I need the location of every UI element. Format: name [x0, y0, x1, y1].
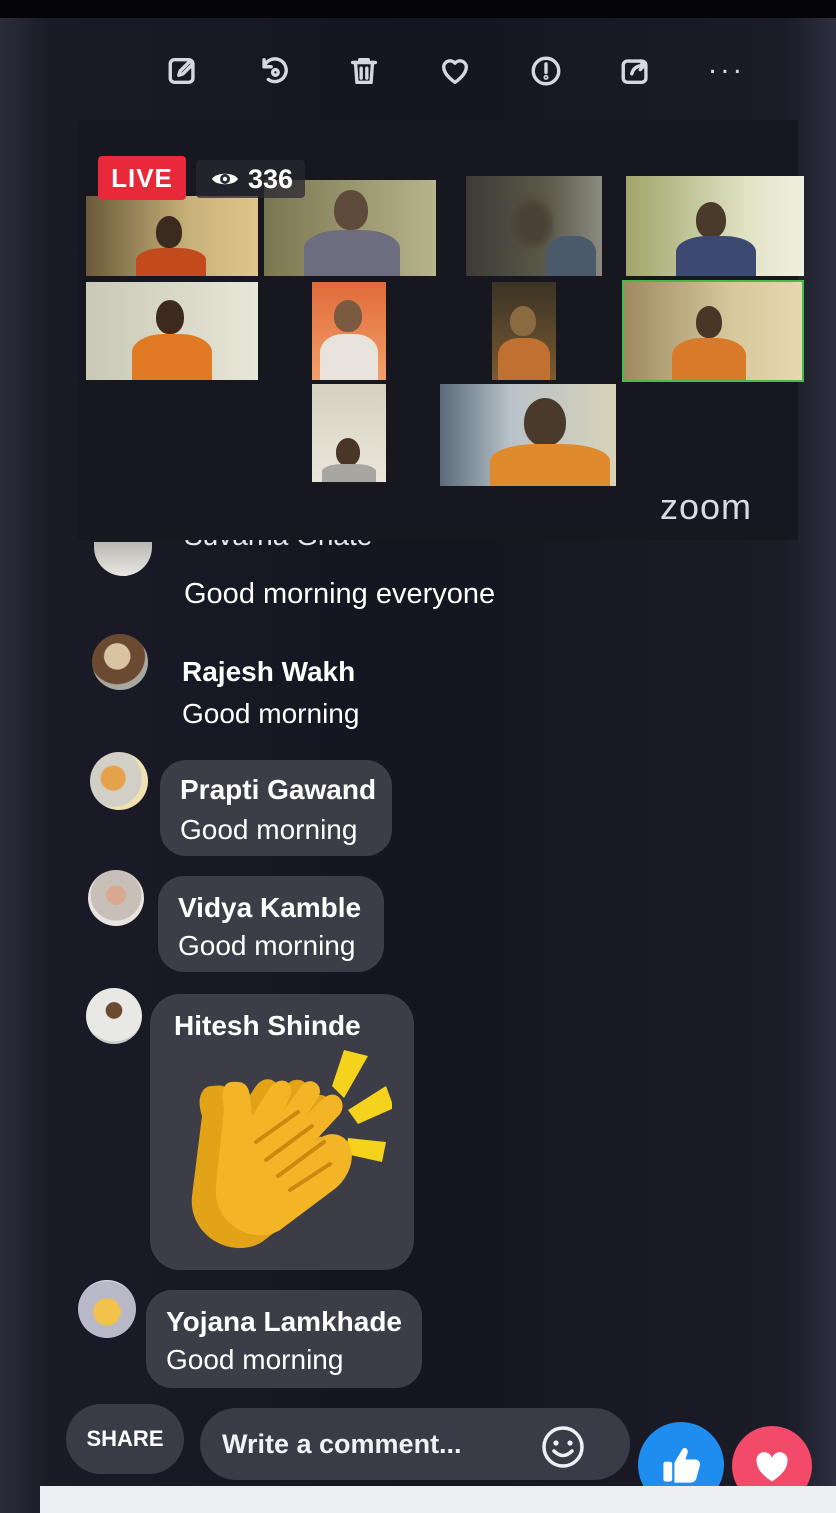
more-icon[interactable]: ...	[704, 41, 750, 87]
comment-author[interactable]: Hitesh Shinde	[174, 1010, 361, 1042]
share-icon[interactable]	[613, 48, 659, 94]
comment-author[interactable]: Yojana Lamkhade	[166, 1306, 402, 1338]
participant-tile	[86, 196, 258, 276]
edit-icon[interactable]	[160, 48, 206, 94]
comment-text: Good morning	[166, 1344, 344, 1375]
avatar[interactable]	[92, 634, 148, 690]
top-edge	[0, 0, 836, 18]
participant-tile	[86, 282, 258, 380]
comment-bubble: Yojana Lamkhade Good morning	[146, 1290, 422, 1388]
comment-text: Good morning	[182, 698, 360, 729]
love-icon	[756, 1452, 788, 1482]
live-badge: LIVE	[98, 156, 186, 200]
participant-tile	[312, 384, 386, 482]
comment-author[interactable]: Rajesh Wakh	[182, 656, 355, 688]
trash-icon[interactable]	[341, 48, 387, 94]
share-button[interactable]: SHARE	[66, 1404, 184, 1474]
comment-bubble: Vidya Kamble Good morning	[158, 876, 384, 972]
viewer-count-value: 336	[248, 163, 294, 194]
avatar[interactable]	[78, 1280, 136, 1338]
comment-input-placeholder: Write a comment...	[222, 1428, 462, 1459]
viewer-count: 336	[196, 160, 306, 198]
avatar[interactable]	[86, 988, 142, 1044]
comment-text: Good morning	[180, 814, 358, 845]
sticker-bubble: Hitesh Shinde	[150, 994, 414, 1270]
eye-icon	[212, 173, 238, 185]
avatar[interactable]	[90, 752, 148, 810]
zoom-watermark: zoom	[660, 486, 753, 527]
heart-icon[interactable]	[432, 48, 478, 94]
avatar[interactable]	[88, 870, 144, 926]
comment-author-clipped: Suvarna Ghate	[184, 540, 404, 560]
rotate-icon[interactable]	[251, 48, 297, 94]
participant-tile-active	[622, 280, 804, 382]
thumbs-up-icon	[663, 1448, 700, 1483]
comment-text: Good morning	[178, 930, 356, 961]
participant-tile	[466, 176, 602, 276]
clapping-hands-icon	[191, 1050, 392, 1249]
comment-author[interactable]: Vidya Kamble	[178, 892, 361, 924]
participant-tile	[626, 176, 804, 276]
participant-tile	[492, 282, 556, 380]
participant-tile	[440, 384, 616, 486]
emoji-icon[interactable]	[540, 1424, 586, 1470]
comment-bubble: Prapti Gawand Good morning	[160, 760, 392, 856]
comment-author[interactable]: Prapti Gawand	[180, 774, 376, 806]
participant-tile	[312, 282, 386, 380]
comment-text: Good morning everyone	[184, 578, 496, 610]
info-icon[interactable]	[523, 48, 569, 94]
bottom-edge	[40, 1486, 836, 1513]
toolbar: ...	[160, 46, 750, 96]
